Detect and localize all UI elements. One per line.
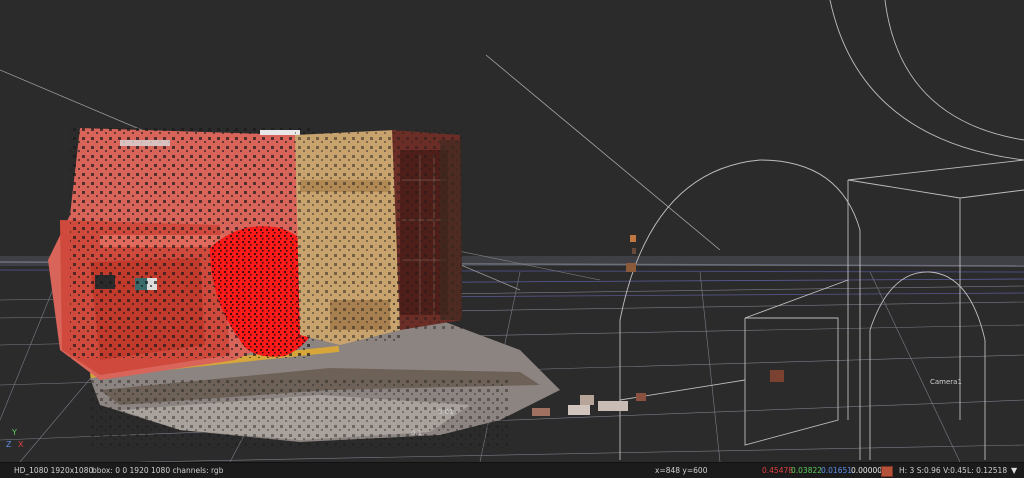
grid-label-0-1: 0.1: [411, 429, 423, 437]
red-value: 0.45478: [762, 466, 794, 475]
blue-value: 0.01651: [821, 466, 853, 475]
camera-label[interactable]: Camera1: [930, 378, 962, 386]
format-info: HD_1080 1920x1080: [14, 466, 94, 475]
axis-y-label: Y: [12, 428, 17, 437]
grid-label-0-01: 0.01: [438, 408, 454, 416]
axis-x-label: X: [18, 440, 24, 449]
point-cloud-scene: [0, 0, 1024, 462]
dropdown-triangle-icon[interactable]: ▼: [1011, 463, 1017, 478]
stray-point: [630, 235, 636, 242]
green-value: 0.03822: [791, 466, 823, 475]
3d-viewport[interactable]: Camera1 0.01 0.1 Y Z X: [0, 0, 1024, 462]
alpha-value: 0.00000: [851, 466, 883, 475]
hsv-value: H: 3 S:0.96 V:0.45: [899, 466, 967, 475]
camera-frustum: [619, 0, 1024, 460]
luma-value: L: 0.12518: [967, 466, 1008, 475]
axis-z-label: Z: [6, 440, 12, 449]
status-bar: HD_1080 1920x1080 bbox: 0 0 1920 1080 ch…: [0, 462, 1024, 478]
cursor-position: x=848 y=600: [655, 466, 708, 475]
bbox-info: bbox: 0 0 1920 1080 channels: rgb: [92, 466, 224, 475]
axis-gizmo-icon: Y Z X: [6, 428, 30, 452]
color-swatch: [881, 466, 893, 477]
